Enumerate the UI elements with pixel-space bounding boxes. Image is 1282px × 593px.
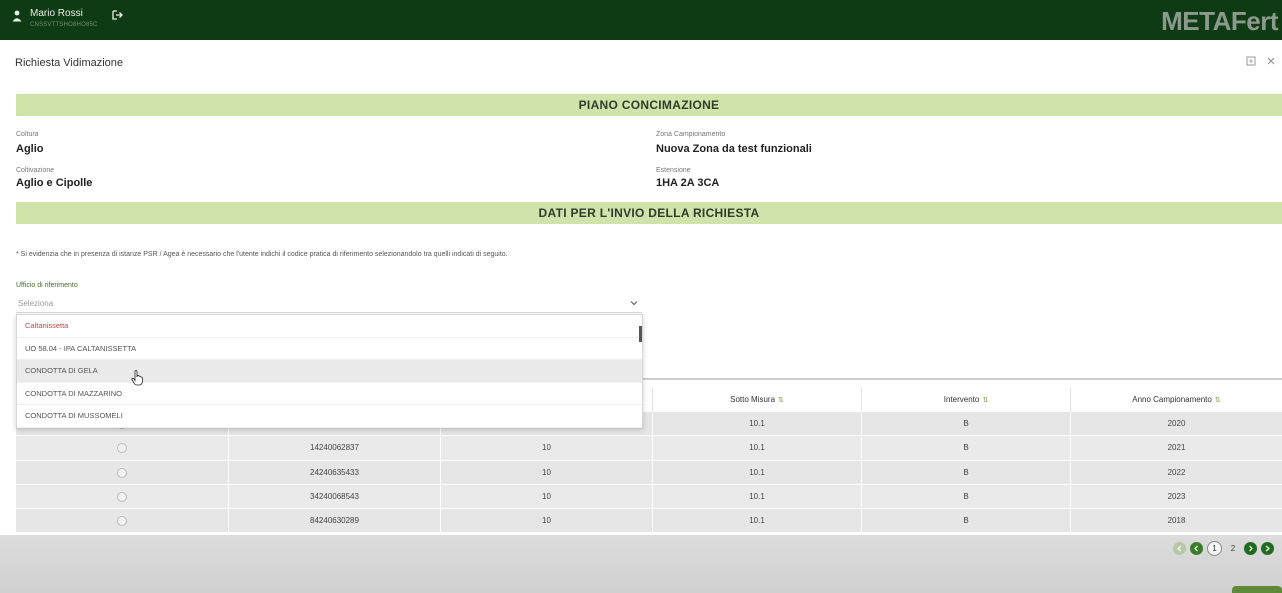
column-header-intervento[interactable]: Intervento ⇅ — [861, 388, 1070, 412]
codice-cell: 84240630289 — [228, 509, 440, 534]
sort-icon[interactable]: ⇅ — [1215, 397, 1221, 404]
anno-cell: 2022 — [1070, 460, 1282, 485]
last-page-icon[interactable] — [1261, 542, 1274, 555]
prev-page-icon[interactable] — [1190, 542, 1203, 555]
zona-campionamento-value: Nuova Zona da test funzionali — [656, 143, 812, 155]
user-name: Mario Rossi — [30, 8, 83, 19]
logout-icon[interactable] — [111, 10, 123, 20]
chevron-down-icon[interactable] — [630, 299, 638, 307]
sort-icon[interactable]: ⇅ — [982, 397, 988, 404]
coltivazione-label: Coltivazione — [16, 167, 55, 174]
section-dati-invio: DATI PER L'INVIO DELLA RICHIESTA — [16, 202, 1282, 224]
dropdown-group-caltanissetta: Caltanissetta — [17, 315, 642, 338]
table-row[interactable]: 14240062837 10 10.1 B 2021 — [16, 436, 1282, 461]
user-icon — [12, 10, 22, 22]
row-radio[interactable] — [117, 443, 127, 454]
intervento-cell: B — [861, 509, 1070, 534]
page-current[interactable]: 1 — [1207, 541, 1222, 556]
intervento-cell: B — [861, 460, 1070, 485]
table-body: 04240062017 10 10.1 B 2020 14240062837 1… — [16, 412, 1282, 534]
misura-cell: 10 — [440, 460, 652, 485]
sotto-misura-cell: 10.1 — [652, 460, 861, 485]
row-radio-cell[interactable] — [16, 436, 228, 460]
table-footer — [0, 535, 1282, 593]
dropdown-option[interactable]: CONDOTTA DI MUSSOMELI — [17, 405, 642, 428]
anno-cell: 2023 — [1070, 484, 1282, 510]
coltivazione-value: Aglio e Cipolle — [16, 177, 93, 189]
section-piano-concimazione: PIANO CONCIMAZIONE — [16, 94, 1282, 116]
intervento-cell: B — [861, 436, 1070, 461]
sotto-misura-cell: 10.1 — [652, 509, 861, 534]
maximize-icon[interactable] — [1246, 56, 1256, 66]
dropdown-option[interactable]: UO 58.04 - IPA CALTANISSETTA — [17, 338, 642, 360]
codice-cell: 14240062837 — [228, 436, 440, 461]
ufficio-select[interactable]: Seleziona — [16, 295, 642, 313]
top-bar: Mario Rossi CNSSVTTSHO8HO85C METAFert — [0, 0, 1282, 40]
row-radio[interactable] — [117, 492, 127, 503]
table-row[interactable]: 84240630289 10 10.1 B 2018 — [16, 509, 1282, 534]
ufficio-dropdown[interactable]: Caltanissetta UO 58.04 - IPA CALTANISSET… — [16, 314, 643, 428]
anno-cell: 2021 — [1070, 436, 1282, 461]
sort-icon[interactable]: ⇅ — [778, 397, 784, 404]
anno-cell: 2018 — [1070, 509, 1282, 534]
row-radio-cell[interactable] — [16, 485, 228, 509]
next-page-icon[interactable] — [1244, 542, 1257, 555]
window-controls — [1246, 56, 1276, 66]
page-next[interactable]: 2 — [1226, 544, 1240, 553]
column-header-sotto-misura[interactable]: Sotto Misura ⇅ — [652, 388, 861, 412]
sotto-misura-cell: 10.1 — [652, 412, 861, 437]
coltura-value: Aglio — [16, 143, 44, 155]
close-icon[interactable] — [1266, 56, 1276, 66]
misura-cell: 10 — [440, 509, 652, 534]
column-header-anno[interactable]: Anno Campionamento ⇅ — [1070, 388, 1282, 412]
row-radio-cell[interactable] — [16, 509, 228, 533]
user-info: Mario Rossi CNSSVTTSHO8HO85C — [12, 8, 123, 30]
misura-cell: 10 — [440, 436, 652, 461]
user-fiscal-code: CNSSVTTSHO8HO85C — [30, 22, 98, 28]
estensione-value: 1HA 2A 3CA — [656, 177, 720, 189]
dropdown-option-hovered[interactable]: CONDOTTA DI GELA — [17, 360, 642, 383]
intervento-cell: B — [861, 484, 1070, 510]
estensione-label: Estensione — [656, 167, 691, 174]
codice-cell: 24240635433 — [228, 460, 440, 485]
row-radio[interactable] — [117, 467, 127, 478]
confirm-button[interactable] — [1232, 586, 1282, 593]
coltura-label: Coltura — [16, 131, 39, 138]
modal-title: Richiesta Vidimazione — [15, 57, 124, 69]
intervento-cell: B — [861, 412, 1070, 437]
ufficio-label: Ufficio di riferimento — [16, 282, 78, 289]
misura-cell: 10 — [440, 484, 652, 510]
metafert-logo: METAFert — [1161, 6, 1278, 36]
codice-cell: 34240068543 — [228, 484, 440, 510]
zona-campionamento-label: Zona Campionamento — [656, 131, 726, 138]
pagination: 1 2 — [1173, 541, 1274, 556]
psr-agea-note: * Si evidenzia che in presenza di istanz… — [16, 251, 508, 258]
dropdown-option[interactable]: CONDOTTA DI MAZZARINO — [17, 383, 642, 405]
table-row[interactable]: 34240068543 10 10.1 B 2023 — [16, 484, 1282, 510]
codice-pratica-panel — [641, 318, 1282, 380]
ufficio-select-value: Seleziona — [18, 299, 54, 308]
sotto-misura-cell: 10.1 — [652, 484, 861, 510]
anno-cell: 2020 — [1070, 412, 1282, 437]
sotto-misura-cell: 10.1 — [652, 436, 861, 461]
hand-cursor-icon — [131, 370, 143, 386]
row-radio[interactable] — [117, 516, 127, 527]
row-radio-cell[interactable] — [16, 461, 228, 485]
table-row[interactable]: 24240635433 10 10.1 B 2022 — [16, 460, 1282, 485]
dropdown-scrollbar[interactable] — [639, 326, 642, 342]
first-page-icon[interactable] — [1173, 542, 1186, 555]
